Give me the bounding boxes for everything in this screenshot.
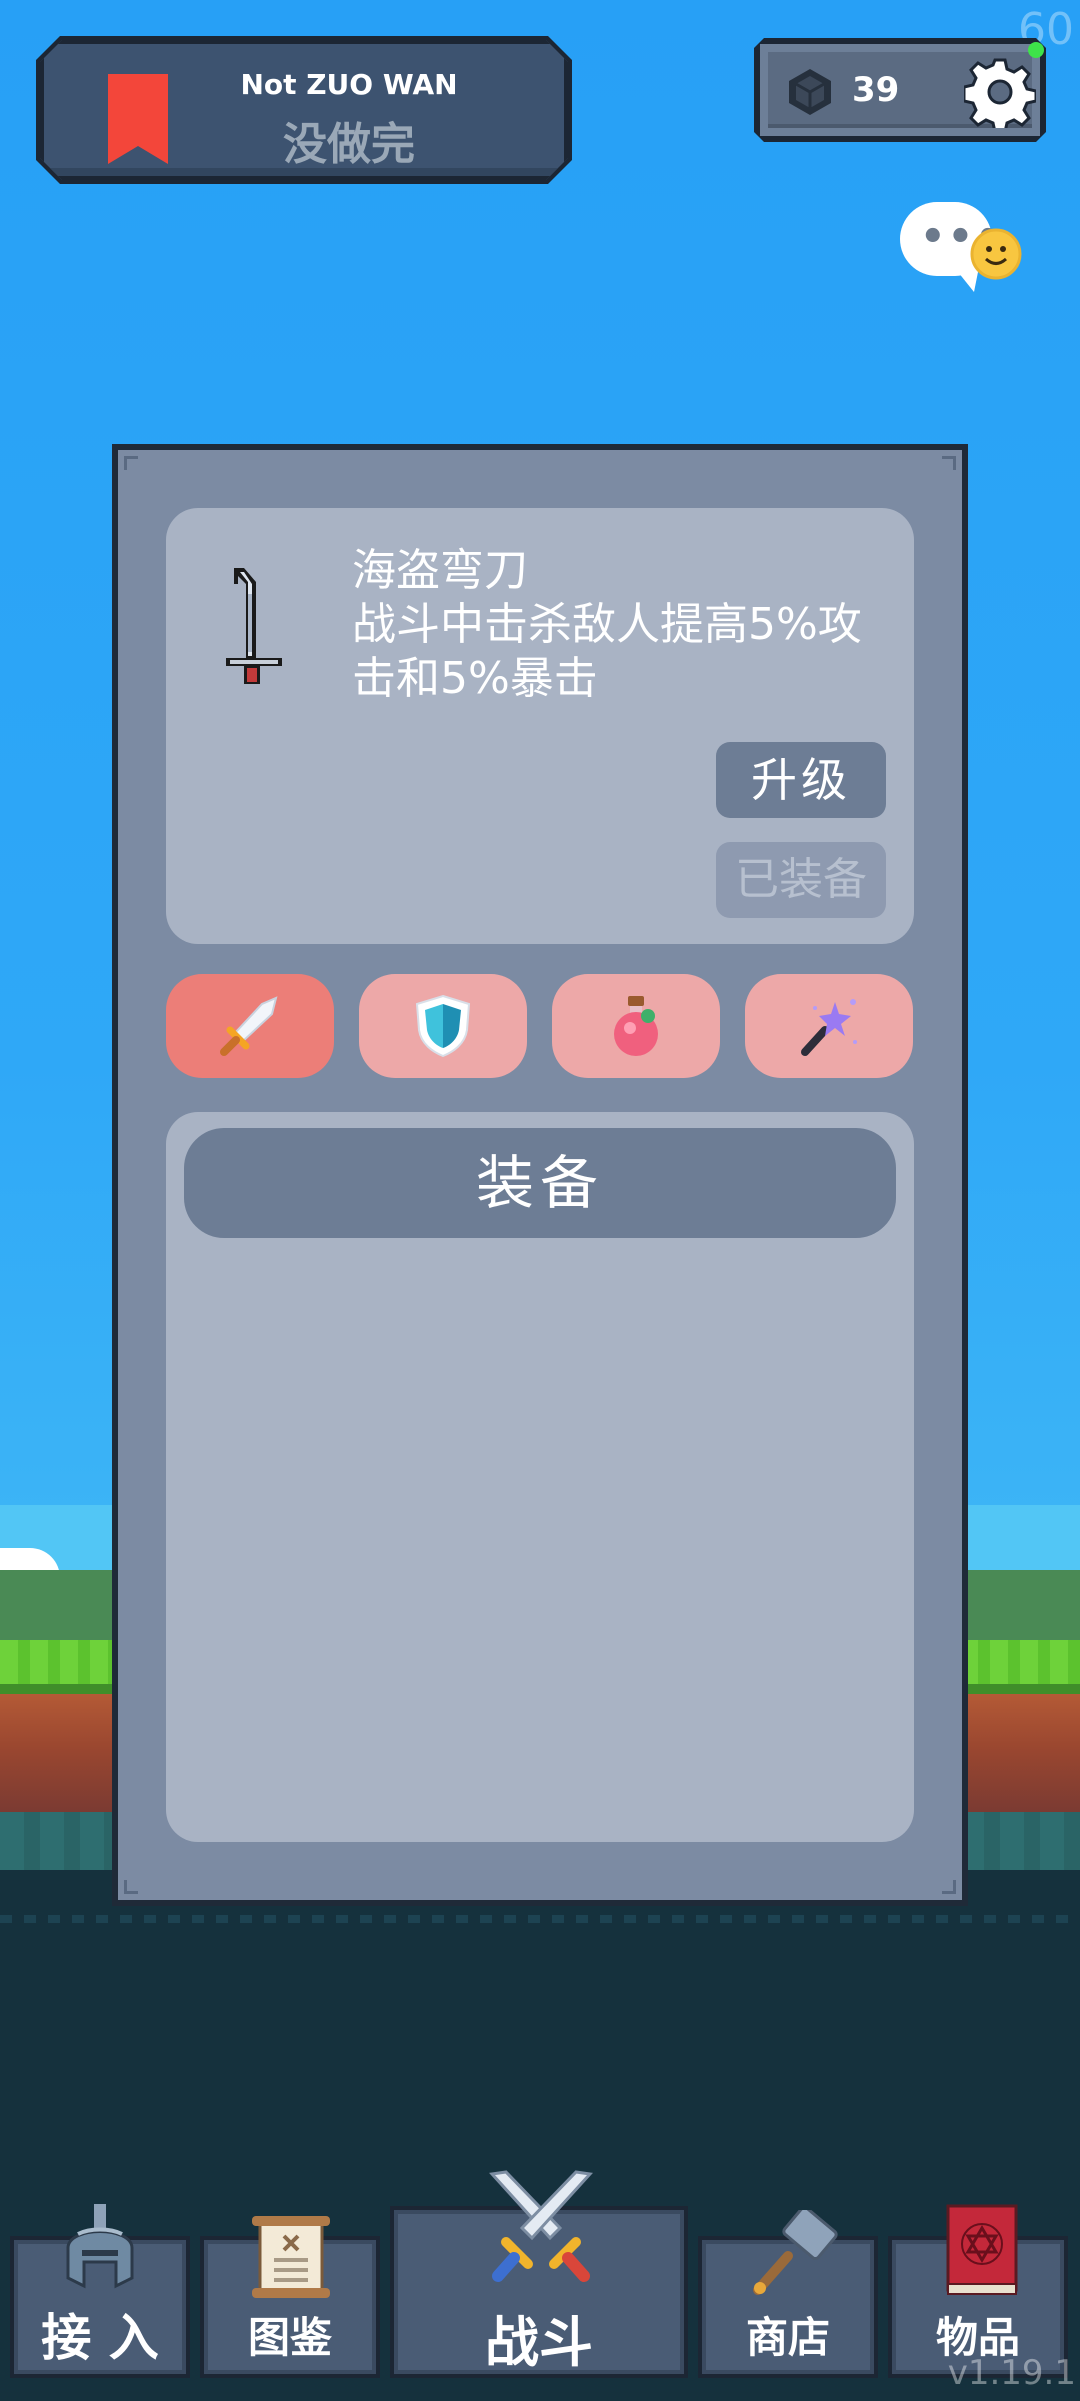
- gear-icon[interactable]: [964, 56, 1036, 128]
- tab-potions[interactable]: [552, 974, 720, 1078]
- notification-dot: [1028, 42, 1044, 58]
- potion-icon: [614, 996, 658, 1056]
- hammer-icon: [753, 2210, 838, 2295]
- nav-label: 战斗: [485, 2311, 593, 2374]
- item-detail-card: 海盗弯刀 战斗中击杀敌人提高5%攻击和5%暴击 升级 已装备: [166, 508, 914, 944]
- quest-title: Not ZUO WAN: [240, 68, 458, 101]
- item-name: 海盗弯刀: [352, 545, 528, 596]
- panel-corner: [942, 1880, 956, 1894]
- version-label: v1.19.1: [947, 2353, 1076, 2393]
- sword-icon: [220, 996, 278, 1056]
- panel-corner: [124, 1880, 138, 1894]
- nav-battle[interactable]: 战斗: [390, 2170, 688, 2378]
- panel-corner: [124, 456, 138, 470]
- list-header: 装备: [184, 1128, 896, 1238]
- tab-weapons[interactable]: [166, 974, 334, 1078]
- spellbook-icon: [946, 2204, 1018, 2295]
- magic-wand-icon: [801, 999, 857, 1056]
- helmet-icon: [66, 2204, 134, 2289]
- nav-connect[interactable]: 接 入: [10, 2204, 190, 2378]
- equipment-list[interactable]: 装备: [166, 1112, 914, 1842]
- item-description: 战斗中击杀敌人提高5%攻击和5%暴击: [352, 599, 862, 704]
- bookmark-icon: [108, 74, 168, 164]
- smiley-icon: [970, 228, 1022, 280]
- nav-shop[interactable]: 商店: [698, 2210, 878, 2378]
- upgrade-button[interactable]: 升级: [716, 742, 886, 818]
- cutlass-icon: [226, 568, 282, 684]
- category-tabs: [166, 974, 914, 1078]
- tab-magic[interactable]: [745, 974, 913, 1078]
- tab-armor[interactable]: [359, 974, 527, 1078]
- nav-label: 商店: [745, 2313, 830, 2362]
- gem-count: 39: [852, 70, 900, 110]
- panel-corner: [942, 456, 956, 470]
- scroll-icon: [252, 2216, 330, 2298]
- quest-banner[interactable]: Not ZUO WAN 没做完: [40, 40, 568, 180]
- nav-label: 图鉴: [247, 2313, 332, 2362]
- currency-bar: 39: [760, 44, 1040, 136]
- crossed-swords-icon: [488, 2170, 594, 2282]
- nav-label: 接 入: [41, 2309, 159, 2367]
- nav-codex[interactable]: 图鉴: [200, 2216, 380, 2378]
- equipped-button[interactable]: 已装备: [716, 842, 886, 918]
- shield-icon: [415, 994, 471, 1058]
- water-pattern: [0, 1915, 1080, 1923]
- quest-status: 没做完: [283, 119, 415, 170]
- gem-icon: [789, 69, 831, 115]
